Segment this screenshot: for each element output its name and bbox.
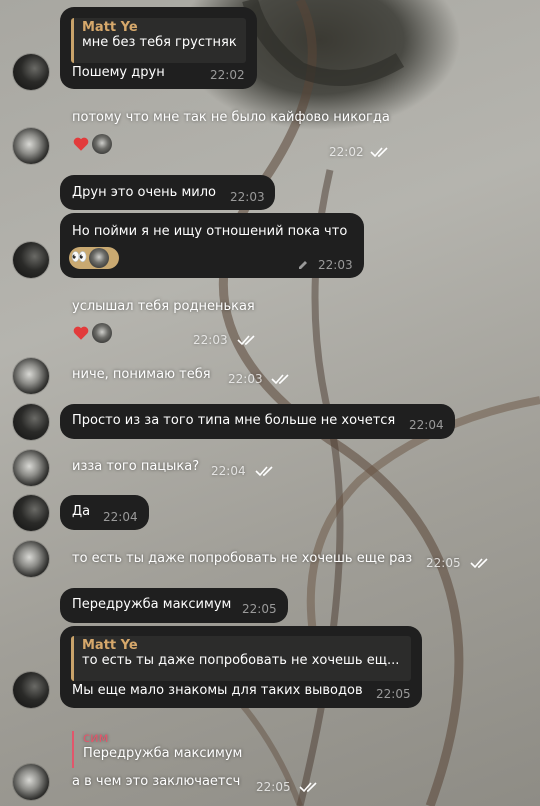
message-text: то есть ты даже попробовать не хочешь ещ… [72, 551, 413, 566]
read-checkmarks-icon [271, 374, 289, 385]
avatar[interactable] [13, 495, 49, 531]
message-time: 22:03 [193, 333, 228, 347]
avatar[interactable] [13, 242, 49, 278]
message-time: 22:04 [409, 418, 444, 432]
message-time: 22:05 [426, 556, 461, 570]
message-time: 22:02 [210, 68, 245, 82]
read-checkmarks-icon [237, 335, 255, 346]
message-text: а в чем это заключаетсч [72, 774, 241, 789]
avatar[interactable] [13, 358, 49, 394]
message-text: изза того пацыка? [72, 459, 200, 474]
avatar[interactable] [13, 764, 49, 800]
heart-icon [73, 137, 89, 151]
avatar[interactable] [13, 541, 49, 577]
message-text: Но пойми я не ищу отношений пока что [72, 224, 348, 239]
message-time: 22:05 [242, 602, 277, 616]
message-bubble[interactable]: Но пойми я не ищу отношений пока что 👀 2… [60, 213, 364, 278]
reply-text: мне без тебя грустняк [82, 35, 237, 50]
reply-quote[interactable]: Matt Ye то есть ты даже попробовать не х… [71, 636, 411, 681]
message-bubble[interactable]: Просто из за того типа мне больше не хоч… [60, 404, 455, 439]
heart-icon [73, 326, 89, 340]
message-text: Просто из за того типа мне больше не хоч… [72, 413, 396, 428]
message-bubble[interactable]: Да 22:04 [60, 495, 149, 530]
message-time: 22:05 [376, 687, 411, 701]
read-checkmarks-icon [255, 466, 273, 477]
message-time: 22:04 [211, 464, 246, 478]
reply-sender-name: Matt Ye [82, 638, 138, 653]
reaction-avatar [92, 134, 112, 154]
avatar[interactable] [13, 54, 49, 90]
reaction-avatar [92, 323, 112, 343]
message-bubble[interactable]: Matt Ye то есть ты даже попробовать не х… [60, 626, 422, 708]
reply-sender-name: сим [83, 731, 109, 746]
eyes-emoji-icon: 👀 [71, 250, 88, 265]
read-checkmarks-icon [299, 782, 317, 793]
message-bubble[interactable]: Передружба максимум 22:05 [60, 588, 288, 623]
reply-quote[interactable]: сим Передружба максимум [72, 731, 242, 768]
reaction-avatar [89, 248, 110, 268]
reply-sender-name: Matt Ye [82, 20, 138, 35]
message-bubble[interactable]: Matt Ye мне без тебя грустняк Пошему дру… [60, 7, 257, 89]
reply-text: Передружба максимум [83, 746, 243, 761]
avatar[interactable] [13, 672, 49, 708]
reactions[interactable] [72, 322, 112, 344]
reactions[interactable]: 👀 [69, 247, 119, 269]
message-text: Передружба максимум [72, 597, 232, 612]
message-time: 22:03 [228, 372, 263, 386]
message-text: Да [72, 504, 91, 519]
avatar[interactable] [13, 404, 49, 440]
reply-quote[interactable]: Matt Ye мне без тебя грустняк [71, 18, 246, 63]
avatar[interactable] [13, 450, 49, 486]
read-checkmarks-icon [470, 558, 488, 569]
message-text: потому что мне так не было кайфово никог… [72, 110, 390, 125]
message-text: Пошему друн [72, 65, 165, 80]
message-text: услышал тебя родненькая [72, 299, 255, 314]
message-time: 22:02 [329, 145, 364, 159]
pencil-icon [299, 261, 307, 269]
message-text: Мы еще мало знакомы для таких выводов [72, 683, 363, 698]
message-time: 22:03 [318, 258, 353, 272]
read-checkmarks-icon [370, 147, 388, 158]
reactions[interactable] [72, 133, 112, 155]
message-bubble[interactable]: Друн это очень мило 22:03 [60, 175, 275, 210]
avatar[interactable] [13, 128, 49, 164]
message-time: 22:03 [230, 190, 265, 204]
message-time: 22:04 [103, 510, 138, 524]
message-text: ниче, понимаю тебя [72, 367, 211, 382]
message-time: 22:05 [256, 780, 291, 794]
reply-text: то есть ты даже попробовать не хочешь ещ… [82, 653, 400, 668]
message-text: Друн это очень мило [72, 185, 216, 200]
